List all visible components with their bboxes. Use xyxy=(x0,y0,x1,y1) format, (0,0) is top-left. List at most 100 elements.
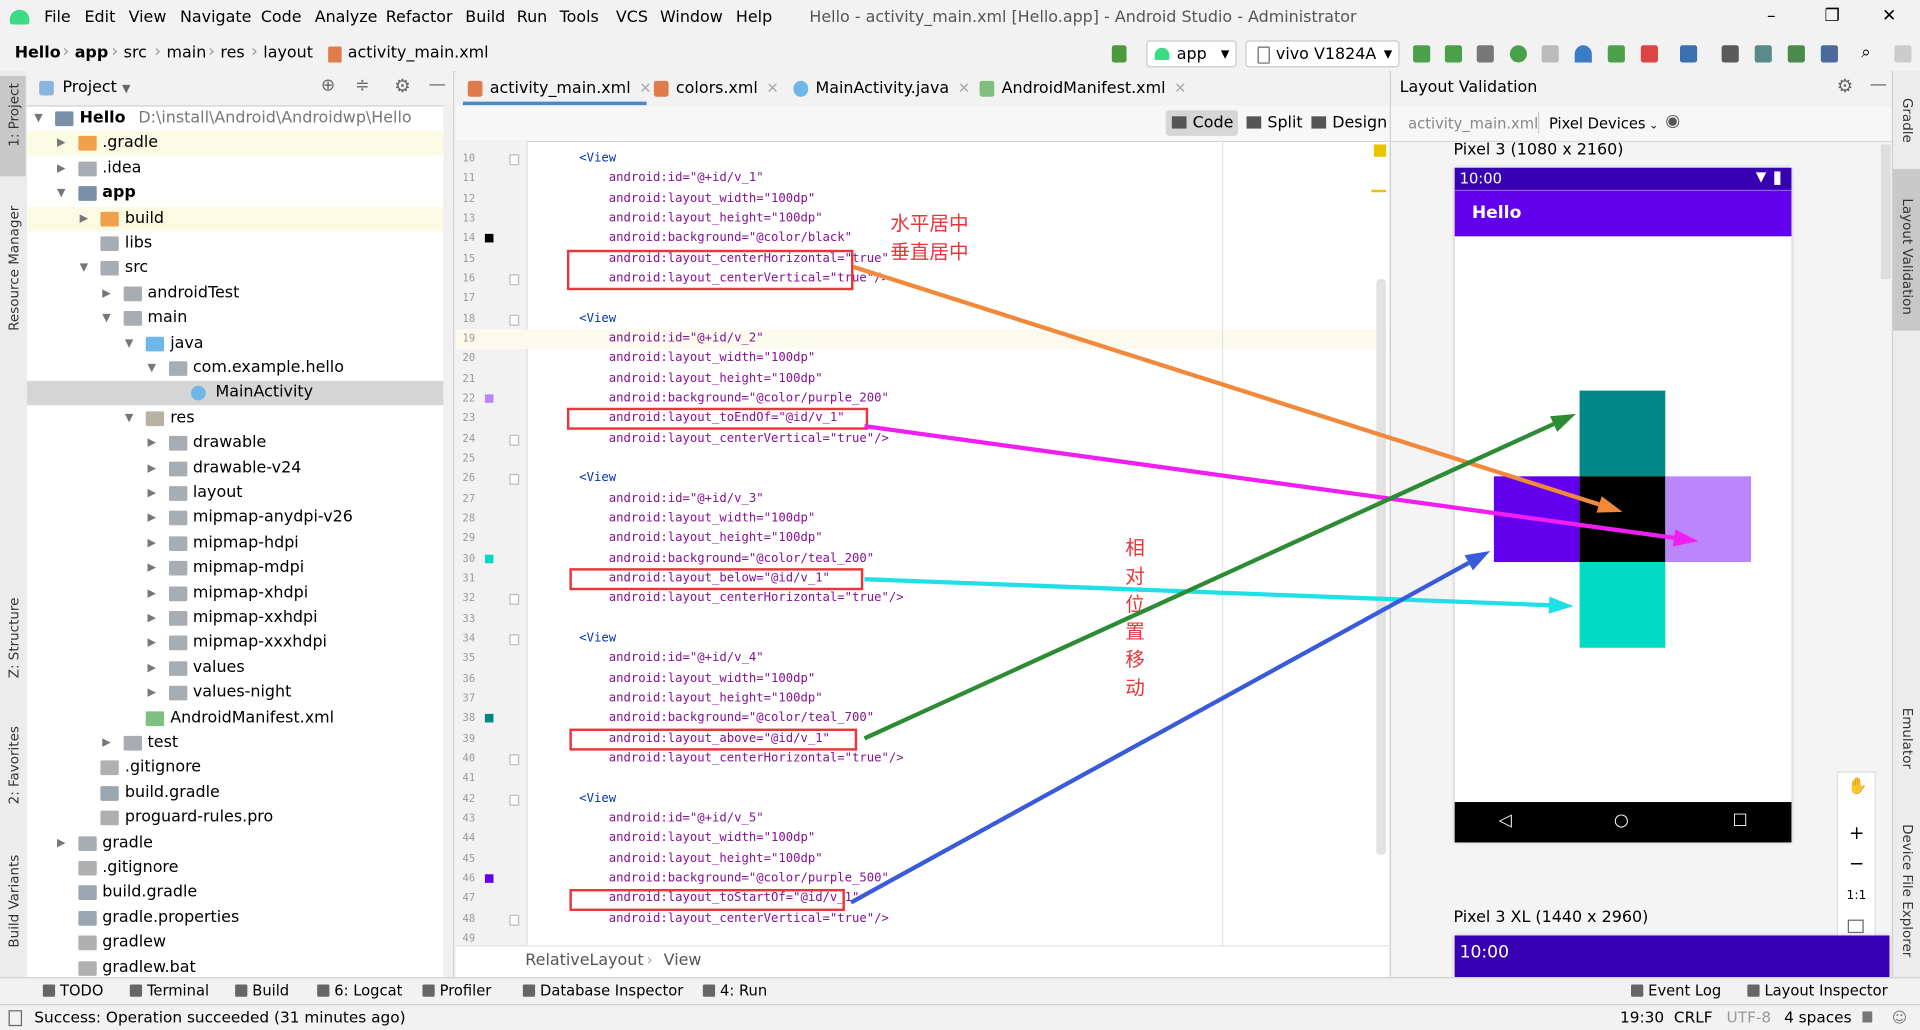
chevron-right-icon[interactable]: ▶ xyxy=(57,156,65,180)
zoom-fit-icon[interactable] xyxy=(1847,919,1864,934)
device-dropdown[interactable]: vivo V1824A ▼ xyxy=(1245,40,1400,68)
tool-window-emulator[interactable]: Emulator xyxy=(1899,708,1915,769)
tool-window-device-file-explorer[interactable]: Device File Explorer xyxy=(1899,824,1915,957)
project-view-dropdown[interactable]: Project ▼ xyxy=(62,78,130,96)
collapse-all-icon[interactable]: ≑ xyxy=(355,76,369,96)
fold-marker-icon[interactable] xyxy=(509,154,520,166)
avd-manager-icon[interactable] xyxy=(1754,45,1772,63)
code-line[interactable]: 17 xyxy=(456,289,1387,309)
project-scrollbar[interactable] xyxy=(443,105,454,978)
inspector-icon[interactable]: ☺ xyxy=(1892,1009,1907,1026)
tree-item-mipmap-xxxhdpi[interactable]: ▶ mipmap-xxxhdpi xyxy=(27,631,453,655)
account-icon[interactable] xyxy=(1894,45,1912,63)
tree-item-mipmap-xhdpi[interactable]: ▶ mipmap-xhdpi xyxy=(27,581,453,605)
tool-window-project[interactable]: 1: Project xyxy=(6,83,22,146)
menu-vcs[interactable]: VCS xyxy=(616,9,648,27)
view-v4-teal-700[interactable] xyxy=(1579,390,1666,477)
breadcrumb-item[interactable]: Hello xyxy=(15,44,61,62)
fold-marker-icon[interactable] xyxy=(509,474,520,486)
menu-code[interactable]: Code xyxy=(261,9,302,27)
preview-scrollbar[interactable] xyxy=(1880,144,1891,280)
tree-item-gradle-properties[interactable]: gradle.properties xyxy=(27,906,453,930)
eye-icon[interactable]: ◉ xyxy=(1665,111,1680,131)
pan-hand-icon[interactable]: ✋ xyxy=(1848,778,1868,796)
device1-preview[interactable]: 10:00 ▼ Hello ◁ ○ □ xyxy=(1454,167,1792,843)
chevron-right-icon[interactable]: ▶ xyxy=(148,681,156,705)
tree-item-build[interactable]: ▶ build xyxy=(26,206,454,231)
menu-build[interactable]: Build xyxy=(465,9,505,27)
tree-item-mainactivity[interactable]: MainActivity xyxy=(26,381,454,406)
code-line[interactable]: 20 android:layout_width="100dp" xyxy=(456,349,1387,369)
menu-help[interactable]: Help xyxy=(736,9,772,27)
breadcrumb-relativelayout[interactable]: RelativeLayout xyxy=(525,947,643,976)
chevron-right-icon[interactable]: ▶ xyxy=(148,556,156,580)
code-line[interactable]: 49 xyxy=(456,929,1387,945)
editor-scrollbar[interactable] xyxy=(1376,279,1387,855)
code-line[interactable]: 35 android:id="@+id/v_4" xyxy=(456,649,1387,669)
tree-item-mipmap-hdpi[interactable]: ▶ mipmap-hdpi xyxy=(27,531,453,555)
tree-item-values[interactable]: ▶ values xyxy=(27,656,453,680)
view-v2-purple-200[interactable] xyxy=(1665,476,1752,563)
tree-item--gitignore[interactable]: .gitignore xyxy=(27,756,453,780)
stop-icon[interactable] xyxy=(1640,45,1658,63)
tool-todo[interactable]: TODO xyxy=(40,982,103,999)
tool-window-build-variants[interactable]: Build Variants xyxy=(6,855,22,948)
fold-marker-icon[interactable] xyxy=(509,914,520,926)
code-line[interactable]: 42 <View xyxy=(456,789,1387,809)
color-swatch-icon[interactable] xyxy=(484,874,494,883)
sync-gradle-icon[interactable] xyxy=(1721,45,1739,63)
debug-icon[interactable] xyxy=(1509,45,1527,63)
tree-item-gradle[interactable]: ▶ gradle xyxy=(27,831,453,855)
menu-window[interactable]: Window xyxy=(660,9,723,27)
tool-window-structure[interactable]: Z: Structure xyxy=(6,598,22,679)
close-tab-icon[interactable]: ✕ xyxy=(958,80,970,97)
error-stripe-mark[interactable] xyxy=(1371,189,1387,193)
code-line[interactable]: 44 android:layout_width="100dp" xyxy=(456,829,1387,849)
attach-debugger-icon[interactable] xyxy=(1607,45,1625,63)
run-config-dropdown[interactable]: app ▼ xyxy=(1146,40,1237,68)
code-line[interactable]: 18 <View xyxy=(456,309,1387,329)
breadcrumb-item[interactable]: layout xyxy=(263,44,313,62)
menu-run[interactable]: Run xyxy=(517,9,548,27)
code-line[interactable]: 33 xyxy=(456,609,1387,629)
code-line[interactable]: 11 android:id="@+id/v_1" xyxy=(456,169,1387,189)
code-line[interactable]: 21 android:layout_height="100dp" xyxy=(456,369,1387,389)
apply-code-changes-icon[interactable] xyxy=(1444,45,1463,63)
chevron-right-icon[interactable]: ▶ xyxy=(148,431,156,455)
view-v1-black[interactable] xyxy=(1579,476,1666,563)
device-manager-icon[interactable] xyxy=(1820,45,1838,63)
apply-changes-restart-icon[interactable] xyxy=(1413,45,1431,63)
zoom-actual-size-button[interactable]: 1:1 xyxy=(1847,889,1867,902)
tool-window-favorites[interactable]: 2: Favorites xyxy=(6,726,22,804)
tool-database-inspector[interactable]: Database Inspector xyxy=(520,982,683,999)
code-line[interactable]: 28 android:layout_width="100dp" xyxy=(456,509,1387,529)
breadcrumb-item[interactable]: app xyxy=(75,44,109,62)
tree-item-res[interactable]: ▼ res xyxy=(27,406,453,430)
tree-item--idea[interactable]: ▶ .idea xyxy=(27,156,453,180)
tab-colors-xml[interactable]: colors.xml ✕ xyxy=(649,71,784,105)
tree-item-hello[interactable]: ▼ Hello D:\install\Android\Androidwp\Hello xyxy=(27,107,453,131)
gear-icon[interactable]: ⚙ xyxy=(394,75,410,97)
code-line[interactable]: 43 android:id="@+id/v_5" xyxy=(456,809,1387,829)
code-line[interactable]: 30 android:background="@color/teal_200" xyxy=(456,549,1387,569)
tool-window-resource-manager[interactable]: Resource Manager xyxy=(6,206,22,331)
chevron-right-icon[interactable]: ▶ xyxy=(57,831,65,855)
file-encoding[interactable]: UTF-8 xyxy=(1727,1008,1772,1026)
breadcrumb-item[interactable]: activity_main.xml xyxy=(348,44,489,62)
tree-item-build-gradle[interactable]: build.gradle xyxy=(27,781,453,805)
color-swatch-icon[interactable] xyxy=(484,234,494,243)
fold-marker-icon[interactable] xyxy=(509,754,520,766)
chevron-down-icon[interactable]: ▼ xyxy=(102,306,110,330)
run-coverage-icon[interactable] xyxy=(1541,45,1559,63)
tree-item-com-example-hello[interactable]: ▼ com.example.hello xyxy=(27,356,453,380)
code-line[interactable]: 36 android:layout_width="100dp" xyxy=(456,669,1387,689)
tree-item-drawable-v24[interactable]: ▶ drawable-v24 xyxy=(27,456,453,480)
tool-window-layout-validation[interactable]: Layout Validation xyxy=(1899,198,1915,315)
code-line[interactable]: 45 android:layout_height="100dp" xyxy=(456,849,1387,869)
breadcrumb-item[interactable]: res xyxy=(220,44,244,62)
menu-file[interactable]: File xyxy=(44,9,71,27)
breadcrumb-item[interactable]: src xyxy=(124,44,147,62)
maximize-button[interactable]: ❐ xyxy=(1824,6,1839,26)
fold-marker-icon[interactable] xyxy=(509,594,520,606)
chevron-down-icon[interactable]: ▼ xyxy=(80,256,88,280)
